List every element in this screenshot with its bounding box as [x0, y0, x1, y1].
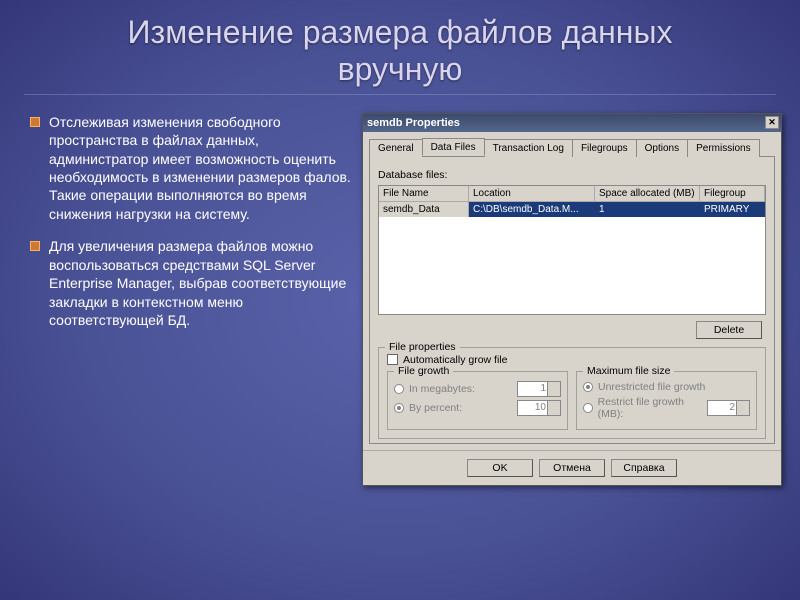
tab-strip: General Data Files Transaction Log Fileg… [369, 138, 775, 157]
bullet-item: Отслеживая изменения свободного простран… [30, 113, 352, 224]
restrict-input[interactable]: 2 [707, 400, 750, 416]
col-filename[interactable]: File Name [379, 186, 469, 201]
close-icon[interactable]: ✕ [765, 116, 779, 129]
radio-unrestricted-label: Unrestricted file growth [598, 381, 705, 393]
tab-transaction-log[interactable]: Transaction Log [484, 139, 573, 157]
col-space[interactable]: Space allocated (MB) [595, 186, 700, 201]
col-location[interactable]: Location [469, 186, 595, 201]
file-properties-group: File properties Automatically grow file … [378, 347, 766, 439]
cell-filegroup: PRIMARY [700, 202, 765, 217]
cancel-button[interactable]: Отмена [539, 459, 605, 477]
percent-input[interactable]: 10 [517, 400, 561, 416]
table-header: File Name Location Space allocated (MB) … [379, 186, 765, 202]
dialog-titlebar[interactable]: semdb Properties ✕ [363, 114, 781, 132]
file-growth-group: File growth In megabytes: 1 By percent: … [387, 371, 568, 430]
radio-megabytes[interactable] [394, 384, 404, 394]
section-label: Database files: [378, 169, 766, 181]
bullet-text: Для увеличения размера файлов можно восп… [49, 237, 352, 329]
help-button[interactable]: Справка [611, 459, 677, 477]
radio-restrict-label: Restrict file growth (MB): [598, 396, 708, 420]
megabytes-input[interactable]: 1 [517, 381, 561, 397]
cell-space: 1 [595, 202, 700, 217]
ok-button[interactable]: OK [467, 459, 533, 477]
radio-unrestricted[interactable] [583, 382, 593, 392]
slide-title: Изменение размера файлов данных вручную [24, 0, 776, 95]
bullet-list: Отслеживая изменения свободного простран… [30, 113, 352, 486]
bullet-item: Для увеличения размера файлов можно восп… [30, 237, 352, 329]
delete-button[interactable]: Delete [696, 321, 762, 339]
properties-dialog: semdb Properties ✕ General Data Files Tr… [362, 113, 782, 486]
tab-options[interactable]: Options [636, 139, 688, 157]
cell-location: C:\DB\semdb_Data.M... [469, 202, 595, 217]
radio-restrict[interactable] [583, 403, 593, 413]
tab-filegroups[interactable]: Filegroups [572, 139, 637, 157]
bullet-text: Отслеживая изменения свободного простран… [49, 113, 352, 224]
files-table[interactable]: File Name Location Space allocated (MB) … [378, 185, 766, 315]
tab-permissions[interactable]: Permissions [687, 139, 759, 157]
tab-data-files[interactable]: Data Files [422, 138, 485, 156]
radio-percent-label: By percent: [409, 402, 462, 414]
auto-grow-checkbox[interactable] [387, 354, 398, 365]
cell-filename: semdb_Data [379, 202, 469, 217]
col-filegroup[interactable]: Filegroup [700, 186, 765, 201]
dialog-title: semdb Properties [367, 117, 460, 129]
tab-general[interactable]: General [369, 139, 423, 157]
radio-percent[interactable] [394, 403, 404, 413]
file-growth-label: File growth [394, 365, 453, 377]
max-size-label: Maximum file size [583, 365, 674, 377]
max-size-group: Maximum file size Unrestricted file grow… [576, 371, 757, 430]
radio-megabytes-label: In megabytes: [409, 383, 475, 395]
bullet-icon [30, 117, 40, 127]
table-row[interactable]: semdb_Data C:\DB\semdb_Data.M... 1 PRIMA… [379, 202, 765, 217]
file-properties-label: File properties [385, 341, 460, 353]
bullet-icon [30, 241, 40, 251]
